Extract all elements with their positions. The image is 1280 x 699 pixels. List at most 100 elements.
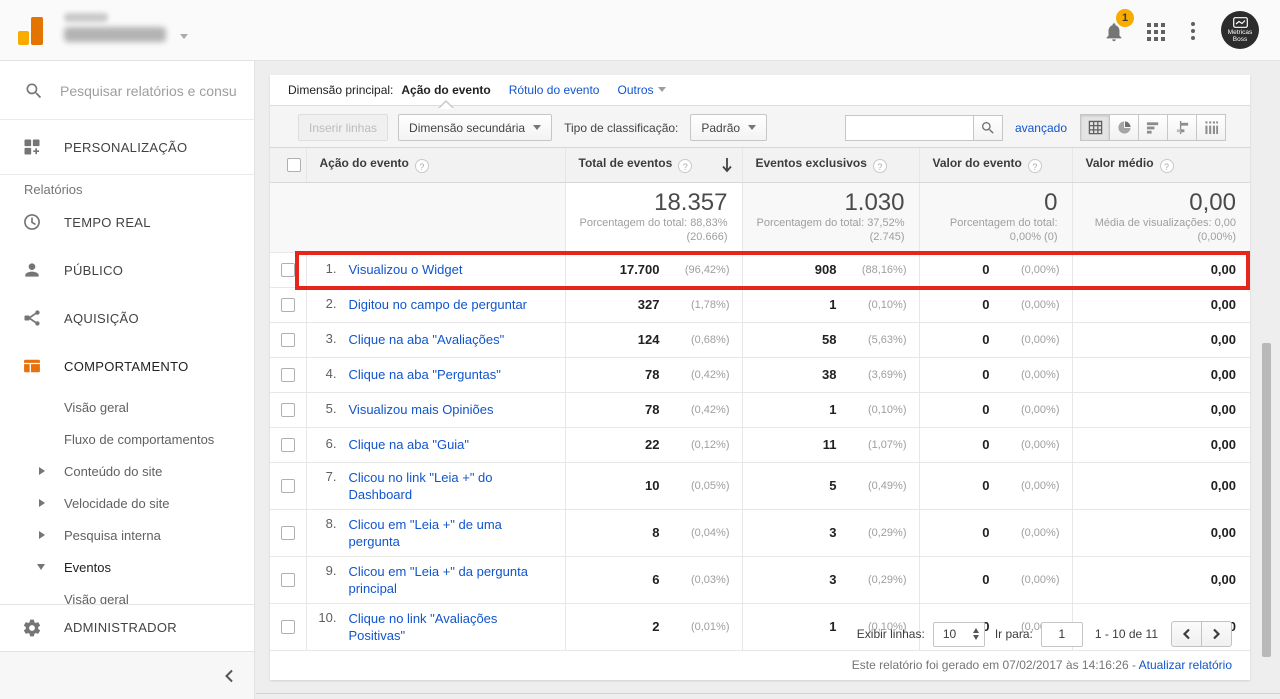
person-icon bbox=[22, 260, 42, 280]
sidebar-subitem-overview[interactable]: Visão geral bbox=[0, 391, 254, 423]
property-name-blurred[interactable] bbox=[64, 27, 166, 42]
help-icon[interactable]: ? bbox=[1160, 159, 1174, 173]
help-icon[interactable]: ? bbox=[678, 159, 692, 173]
row-checkbox[interactable] bbox=[281, 298, 295, 312]
table-row[interactable]: 8. Clicou em "Leia +" de uma pergunta 8(… bbox=[270, 509, 1250, 556]
table-row[interactable]: 6. Clique na aba "Guia" 22(0,12%) 11(1,0… bbox=[270, 427, 1250, 462]
sort-type-button[interactable]: Padrão bbox=[690, 114, 767, 141]
event-action-link[interactable]: Visualizou o Widget bbox=[349, 261, 463, 278]
column-header-total-events[interactable]: Total de eventos? bbox=[565, 148, 742, 182]
insert-rows-button[interactable]: Inserir linhas bbox=[298, 114, 388, 141]
avatar[interactable]: Metricas Boss bbox=[1221, 11, 1259, 49]
analytics-logo-icon[interactable] bbox=[18, 16, 46, 45]
event-action-link[interactable]: Clique no link "Avaliações Positivas" bbox=[349, 610, 557, 644]
column-header-avg-value[interactable]: Valor médio? bbox=[1072, 148, 1250, 182]
goto-label: Ir para: bbox=[995, 627, 1033, 641]
view-pivot-button[interactable] bbox=[1196, 114, 1226, 141]
total-events-pct: (1,78%) bbox=[660, 299, 730, 311]
rows-per-page-select[interactable]: 10 bbox=[933, 622, 985, 647]
event-action-link[interactable]: Clicou no link "Leia +" do Dashboard bbox=[349, 469, 557, 503]
google-apps-icon[interactable] bbox=[1147, 23, 1165, 46]
help-icon[interactable]: ? bbox=[415, 159, 429, 173]
row-checkbox[interactable] bbox=[281, 479, 295, 493]
view-table-button[interactable] bbox=[1080, 114, 1110, 141]
sidebar-item-realtime[interactable]: TEMPO REAL bbox=[0, 198, 254, 246]
row-checkbox[interactable] bbox=[281, 263, 295, 277]
row-checkbox[interactable] bbox=[281, 403, 295, 417]
unique-events-pct: (0,10%) bbox=[837, 404, 907, 416]
column-header-event-action[interactable]: Ação do evento? bbox=[306, 148, 565, 182]
table-row[interactable]: 4. Clique na aba "Perguntas" 78(0,42%) 3… bbox=[270, 357, 1250, 392]
event-action-link[interactable]: Clique na aba "Guia" bbox=[349, 436, 470, 453]
view-comparison-button[interactable] bbox=[1167, 114, 1197, 141]
sidebar-subitem-site-content[interactable]: Conteúdo do site bbox=[0, 455, 254, 487]
bottom-divider bbox=[256, 693, 1280, 694]
table-row[interactable]: 2. Digitou no campo de perguntar 327(1,7… bbox=[270, 287, 1250, 322]
sidebar-subitem-site-speed[interactable]: Velocidade do site bbox=[0, 487, 254, 519]
event-action-link[interactable]: Clicou em "Leia +" da pergunta principal bbox=[349, 563, 557, 597]
sidebar-subitem-events[interactable]: Eventos bbox=[0, 551, 254, 583]
row-checkbox[interactable] bbox=[281, 368, 295, 382]
previous-page-button[interactable] bbox=[1171, 621, 1202, 647]
column-header-event-value[interactable]: Valor do evento? bbox=[919, 148, 1072, 182]
personalization-icon bbox=[22, 137, 42, 157]
table-row[interactable]: 9. Clicou em "Leia +" da pergunta princi… bbox=[270, 556, 1250, 603]
report-panel: Dimensão principal: Ação do evento Rótul… bbox=[270, 75, 1250, 680]
table-row[interactable]: 3. Clique na aba "Avaliações" 124(0,68%)… bbox=[270, 322, 1250, 357]
sidebar-item-personalization[interactable]: PERSONALIZAÇÃO bbox=[0, 120, 254, 175]
sort-descending-icon bbox=[720, 157, 734, 176]
row-checkbox[interactable] bbox=[281, 526, 295, 540]
event-action-link[interactable]: Visualizou mais Opiniões bbox=[349, 401, 494, 418]
event-action-link[interactable]: Clique na aba "Perguntas" bbox=[349, 366, 501, 383]
notification-badge[interactable]: 1 bbox=[1116, 9, 1134, 27]
total-events-pct: (0,01%) bbox=[660, 621, 730, 633]
sidebar-search-input[interactable] bbox=[60, 79, 240, 103]
sidebar-item-acquisition[interactable]: AQUISIÇÃO bbox=[0, 294, 254, 342]
sidebar-collapse-button[interactable] bbox=[0, 651, 254, 699]
sidebar-item-audience[interactable]: PÚBLICO bbox=[0, 246, 254, 294]
table-header-row: Ação do evento? Total de eventos? Evento… bbox=[270, 148, 1250, 182]
view-performance-button[interactable] bbox=[1138, 114, 1168, 141]
row-checkbox[interactable] bbox=[281, 573, 295, 587]
sidebar-subitem-events-overview[interactable]: Visão geral bbox=[0, 583, 254, 604]
sidebar-item-label: AQUISIÇÃO bbox=[64, 311, 139, 326]
help-icon[interactable]: ? bbox=[1028, 159, 1042, 173]
event-action-link[interactable]: Clicou em "Leia +" de uma pergunta bbox=[349, 516, 557, 550]
next-page-button[interactable] bbox=[1201, 621, 1232, 647]
vertical-scrollbar[interactable] bbox=[1262, 343, 1271, 657]
chevron-left-icon bbox=[1182, 628, 1191, 640]
refresh-report-link[interactable]: Atualizar relatório bbox=[1139, 658, 1232, 672]
view-percentage-button[interactable] bbox=[1109, 114, 1139, 141]
sidebar-subitem-site-search[interactable]: Pesquisa interna bbox=[0, 519, 254, 551]
table-row[interactable]: 5. Visualizou mais Opiniões 78(0,42%) 1(… bbox=[270, 392, 1250, 427]
sidebar-subitem-behavior-flow[interactable]: Fluxo de comportamentos bbox=[0, 423, 254, 455]
event-action-link[interactable]: Digitou no campo de perguntar bbox=[349, 296, 528, 313]
select-all-checkbox[interactable] bbox=[287, 158, 301, 172]
goto-page-input[interactable] bbox=[1041, 622, 1083, 647]
table-search-input[interactable] bbox=[845, 115, 973, 141]
column-header-unique-events[interactable]: Eventos exclusivos? bbox=[742, 148, 919, 182]
row-checkbox[interactable] bbox=[281, 620, 295, 634]
table-search-button[interactable] bbox=[973, 115, 1003, 141]
event-value: 0 bbox=[926, 572, 990, 587]
help-icon[interactable]: ? bbox=[873, 159, 887, 173]
tab-others[interactable]: Outros bbox=[617, 83, 665, 97]
chevron-down-icon bbox=[37, 564, 45, 574]
advanced-link[interactable]: avançado bbox=[1015, 121, 1067, 135]
tab-event-label[interactable]: Rótulo do evento bbox=[509, 83, 600, 97]
table-row[interactable]: 7. Clicou no link "Leia +" do Dashboard … bbox=[270, 462, 1250, 509]
account-caret-icon[interactable] bbox=[180, 34, 188, 43]
event-action-link[interactable]: Clique na aba "Avaliações" bbox=[349, 331, 505, 348]
table-row[interactable]: 1. Visualizou o Widget 17.700(96,42%) 90… bbox=[270, 252, 1250, 287]
more-options-kebab-icon[interactable] bbox=[1190, 20, 1196, 47]
secondary-dimension-button[interactable]: Dimensão secundária bbox=[398, 114, 552, 141]
row-checkbox[interactable] bbox=[281, 438, 295, 452]
row-checkbox[interactable] bbox=[281, 333, 295, 347]
sidebar-item-behavior[interactable]: COMPORTAMENTO bbox=[0, 342, 254, 390]
sidebar-item-admin[interactable]: ADMINISTRADOR bbox=[0, 605, 254, 650]
comparison-icon bbox=[1175, 120, 1190, 135]
row-range-label: 1 - 10 de 11 bbox=[1095, 627, 1158, 641]
total-events-value: 8 bbox=[572, 525, 660, 540]
search-icon bbox=[24, 81, 44, 101]
tab-event-action[interactable]: Ação do evento bbox=[401, 83, 490, 97]
